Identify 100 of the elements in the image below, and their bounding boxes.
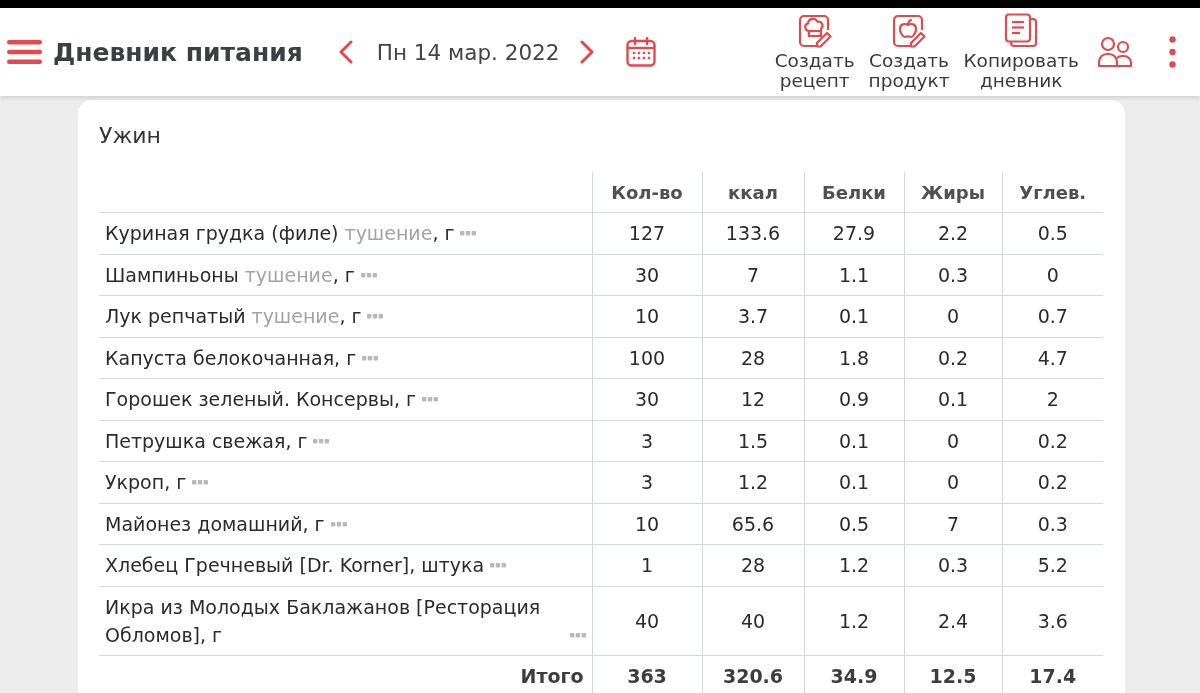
copy-diary-button[interactable]: Копировать дневник bbox=[963, 13, 1079, 91]
menu-icon bbox=[7, 40, 42, 64]
food-name: Лук репчатый тушение, г bbox=[105, 304, 362, 330]
more-vertical-icon bbox=[1169, 36, 1176, 68]
users-button[interactable] bbox=[1097, 36, 1133, 68]
column-header: Жиры bbox=[904, 172, 1002, 213]
more-dots-icon[interactable] bbox=[367, 314, 384, 320]
table-cell: 100 bbox=[592, 337, 702, 379]
table-cell: 3.7 bbox=[702, 295, 804, 337]
food-name: Хлебец Гречневый [Dr. Korner], штука bbox=[105, 553, 485, 579]
more-dots-icon[interactable] bbox=[330, 521, 347, 527]
food-name: Укроп, г bbox=[105, 470, 187, 496]
food-name: Икра из Молодых Баклажанов [Ресторация Обломов], г bbox=[105, 594, 542, 648]
meal-title: Ужин bbox=[99, 122, 161, 150]
food-name: Горошек зеленый. Консервы, г bbox=[105, 387, 416, 413]
table-cell: 0.2 bbox=[904, 337, 1002, 379]
table-cell: 12 bbox=[702, 378, 804, 420]
table-cell: 0.5 bbox=[1002, 212, 1103, 254]
table-cell: 0 bbox=[1002, 254, 1103, 296]
table-cell: 1.2 bbox=[702, 461, 804, 503]
total-cell: 34.9 bbox=[804, 655, 904, 693]
table-cell: 27.9 bbox=[804, 212, 904, 254]
table-cell: 65.6 bbox=[702, 503, 804, 545]
food-name: Капуста белокочанная, г bbox=[105, 345, 357, 371]
menu-button[interactable] bbox=[7, 40, 42, 64]
table-cell: 0.1 bbox=[904, 378, 1002, 420]
table-cell: 1.2 bbox=[804, 586, 904, 655]
more-dots-icon[interactable] bbox=[490, 563, 507, 569]
table-cell: 1.8 bbox=[804, 337, 904, 379]
table-cell: 0.5 bbox=[804, 503, 904, 545]
chef-hat-pencil-icon bbox=[797, 13, 832, 48]
table-cell: 30 bbox=[592, 378, 702, 420]
table-cell: 0.1 bbox=[804, 461, 904, 503]
table-cell: 1.1 bbox=[804, 254, 904, 296]
more-button[interactable] bbox=[1169, 36, 1176, 68]
total-label: Итого bbox=[520, 664, 584, 687]
column-header: Кол-во bbox=[592, 172, 702, 213]
table-cell: 2 bbox=[1002, 378, 1103, 420]
next-day-button[interactable] bbox=[580, 40, 596, 64]
table-cell: 0 bbox=[904, 295, 1002, 337]
table-cell: 0.3 bbox=[904, 544, 1002, 586]
table-cell: 0.3 bbox=[1002, 503, 1103, 545]
date-label: Пн 14 мар. 2022 bbox=[376, 39, 560, 65]
more-dots-icon[interactable] bbox=[192, 480, 209, 486]
table-cell: 1.5 bbox=[702, 420, 804, 462]
more-dots-icon[interactable] bbox=[421, 397, 438, 403]
table-cell: 10 bbox=[592, 503, 702, 545]
create-recipe-button[interactable]: Создать рецепт bbox=[774, 13, 855, 91]
table-cell: 3.6 bbox=[1002, 586, 1103, 655]
food-name: Куриная грудка (филе) тушение, г bbox=[105, 221, 455, 247]
table-cell: 5.2 bbox=[1002, 544, 1103, 586]
documents-icon bbox=[1004, 13, 1039, 48]
calendar-icon bbox=[626, 37, 657, 67]
more-dots-icon[interactable] bbox=[460, 231, 477, 237]
table-cell: 40 bbox=[592, 586, 702, 655]
calendar-button[interactable] bbox=[626, 37, 657, 67]
more-dots-icon[interactable] bbox=[569, 632, 586, 638]
more-dots-icon[interactable] bbox=[313, 438, 330, 444]
previous-day-button[interactable] bbox=[337, 40, 353, 64]
more-dots-icon[interactable] bbox=[362, 355, 379, 361]
table-cell: 0.9 bbox=[804, 378, 904, 420]
create-product-button[interactable]: Создать продукт bbox=[868, 13, 950, 91]
table-cell: 0.1 bbox=[804, 295, 904, 337]
table-cell: 0.2 bbox=[1002, 420, 1103, 462]
table-cell: 30 bbox=[592, 254, 702, 296]
table-cell: 3 bbox=[592, 420, 702, 462]
table-cell: 1.2 bbox=[804, 544, 904, 586]
food-name: Майонез домашний, г bbox=[105, 511, 325, 537]
food-name: Петрушка свежая, г bbox=[105, 428, 308, 454]
table-cell: 28 bbox=[702, 544, 804, 586]
table-cell: 40 bbox=[702, 586, 804, 655]
table-cell: 133.6 bbox=[702, 212, 804, 254]
table-cell: 0.3 bbox=[904, 254, 1002, 296]
food-name: Шампиньоны тушение, г bbox=[105, 262, 355, 288]
table-cell: 0.2 bbox=[1002, 461, 1103, 503]
table-cell: 2.2 bbox=[904, 212, 1002, 254]
table-cell: 127 bbox=[592, 212, 702, 254]
chevron-left-icon bbox=[337, 40, 353, 64]
total-cell: 320.6 bbox=[702, 655, 804, 693]
page-title: Дневник питания bbox=[53, 37, 303, 67]
more-dots-icon[interactable] bbox=[360, 272, 377, 278]
table-cell: 7 bbox=[904, 503, 1002, 545]
table-cell: 1 bbox=[592, 544, 702, 586]
apple-pencil-icon bbox=[892, 13, 926, 48]
chevron-right-icon bbox=[580, 40, 596, 64]
total-cell: 363 bbox=[592, 655, 702, 693]
table-cell: 0 bbox=[904, 420, 1002, 462]
column-header: Углев. bbox=[1002, 172, 1103, 213]
table-cell: 7 bbox=[702, 254, 804, 296]
table-cell: 0 bbox=[904, 461, 1002, 503]
table-cell: 4.7 bbox=[1002, 337, 1103, 379]
table-cell: 3 bbox=[592, 461, 702, 503]
column-header: ккал bbox=[702, 172, 804, 213]
table-cell: 10 bbox=[592, 295, 702, 337]
table-cell: 0.1 bbox=[804, 420, 904, 462]
table-cell: 28 bbox=[702, 337, 804, 379]
table-cell: 0.7 bbox=[1002, 295, 1103, 337]
column-header: Белки bbox=[804, 172, 904, 213]
users-icon bbox=[1097, 36, 1133, 68]
total-cell: 17.4 bbox=[1002, 655, 1103, 693]
